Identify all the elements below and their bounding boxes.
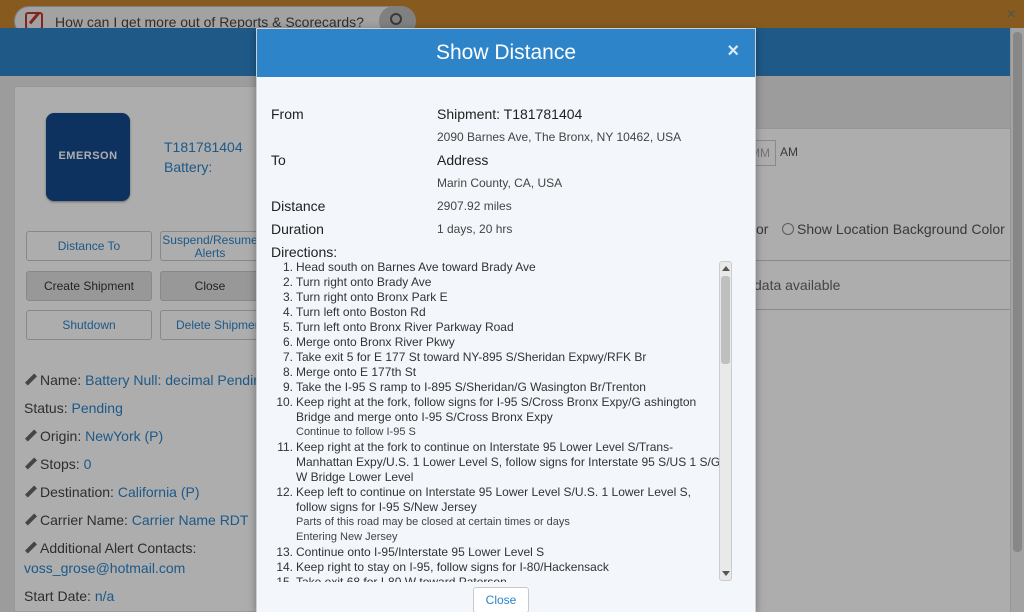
direction-step-text: Turn right onto Bronx Park E — [296, 290, 448, 304]
direction-step-note: Continue to follow I-95 S — [296, 426, 416, 438]
duration-value: 1 days, 20 hrs — [437, 222, 513, 236]
modal-body: From Shipment: T181781404 2090 Barnes Av… — [257, 77, 755, 612]
distance-value: 2907.92 miles — [437, 199, 512, 213]
from-address: 2090 Barnes Ave, The Bronx, NY 10462, US… — [437, 130, 682, 144]
direction-step-number: 6. — [282, 335, 293, 349]
direction-step-text: Keep right at the fork, follow signs for… — [296, 395, 697, 424]
modal-close-button[interactable]: Close — [473, 587, 529, 612]
direction-step-number: 12. — [276, 485, 293, 499]
direction-step-text: Take exit 68 for I-80 W toward Paterson — [296, 575, 507, 582]
direction-step-text: Head south on Barnes Ave toward Brady Av… — [296, 260, 536, 274]
direction-step-number: 10. — [276, 395, 293, 409]
direction-step-text: Take exit 5 for E 177 St toward NY-895 S… — [296, 350, 647, 364]
direction-step-text: Take the I-95 S ramp to I-895 S/Sheridan… — [296, 380, 646, 394]
direction-step-number: 1. — [282, 260, 293, 274]
direction-step: 1. Head south on Barnes Ave toward Brady … — [271, 260, 723, 275]
direction-step-text: Merge onto E 177th St — [296, 365, 417, 379]
direction-step: 2. Turn right onto Brady Ave — [271, 275, 723, 290]
scroll-down-icon[interactable] — [722, 571, 730, 576]
directions-scrollbar-thumb[interactable] — [721, 276, 730, 364]
duration-label: Duration — [271, 221, 324, 237]
scroll-up-icon[interactable] — [722, 266, 730, 271]
direction-step-text: Continue onto I-95/Interstate 95 Lower L… — [296, 545, 545, 559]
directions-label: Directions: — [271, 244, 338, 260]
direction-step: 3. Turn right onto Bronx Park E — [271, 290, 723, 305]
direction-step-number: 15. — [276, 575, 293, 582]
direction-step-number: 14. — [276, 560, 293, 574]
direction-step-text: Keep right to stay on I-95, follow signs… — [296, 560, 609, 574]
direction-step-number: 11. — [277, 440, 293, 454]
directions-scrollbar[interactable] — [719, 261, 732, 581]
from-shipment: Shipment: T181781404 — [437, 106, 583, 122]
direction-step-number: 13. — [276, 545, 293, 559]
direction-step-note: Parts of this road may be closed at cert… — [296, 516, 570, 528]
direction-step-text: Keep right at the fork to continue on In… — [296, 440, 721, 484]
from-label: From — [271, 106, 304, 122]
to-title: Address — [437, 152, 489, 168]
direction-step: 4. Turn left onto Boston Rd — [271, 305, 723, 320]
modal-header: Show Distance × — [257, 29, 755, 77]
direction-step-number: 5. — [282, 320, 293, 334]
direction-step-number: 9. — [282, 380, 293, 394]
direction-step: 7. Take exit 5 for E 177 St toward NY-895… — [271, 350, 723, 365]
direction-step-note: Entering New Jersey — [296, 531, 398, 543]
direction-step-number: 2. — [282, 275, 293, 289]
direction-step-text: Keep left to continue on Interstate 95 L… — [296, 485, 691, 514]
show-distance-modal: Show Distance × From Shipment: T18178140… — [256, 28, 756, 612]
direction-step: 6. Merge onto Bronx River Pkwy — [271, 335, 723, 350]
direction-step-text: Merge onto Bronx River Pkwy — [296, 335, 455, 349]
to-label: To — [271, 152, 286, 168]
direction-step: 15. Take exit 68 for I-80 W toward Paters… — [271, 575, 723, 582]
direction-step-text: Turn left onto Bronx River Parkway Road — [296, 320, 514, 334]
direction-step-text: Turn right onto Brady Ave — [296, 275, 432, 289]
direction-step-number: 4. — [282, 305, 293, 319]
direction-step: 14. Keep right to stay on I-95, follow si… — [271, 560, 723, 575]
direction-step: 9. Take the I-95 S ramp to I-895 S/Sherid… — [271, 380, 723, 395]
direction-step-number: 7. — [282, 350, 293, 364]
direction-step-number: 3. — [282, 290, 293, 304]
direction-step: 13. Continue onto I-95/Interstate 95 Lowe… — [271, 545, 723, 560]
direction-step: 10. Keep right at the fork, follow signs … — [271, 395, 723, 440]
direction-step: 5. Turn left onto Bronx River Parkway Roa… — [271, 320, 723, 335]
direction-step: 8. Merge onto E 177th St — [271, 365, 723, 380]
direction-step: 12. Keep left to continue on Interstate 9… — [271, 485, 723, 545]
close-icon[interactable]: × — [727, 40, 739, 63]
directions-list[interactable]: 1. Head south on Barnes Ave toward Brady … — [271, 260, 723, 582]
to-address: Marin County, CA, USA — [437, 176, 563, 190]
direction-step-text: Turn left onto Boston Rd — [296, 305, 426, 319]
direction-step: 11. Keep right at the fork to continue on… — [271, 440, 723, 485]
modal-title: Show Distance — [435, 41, 577, 64]
distance-label: Distance — [271, 198, 326, 214]
direction-step-number: 8. — [282, 365, 293, 379]
